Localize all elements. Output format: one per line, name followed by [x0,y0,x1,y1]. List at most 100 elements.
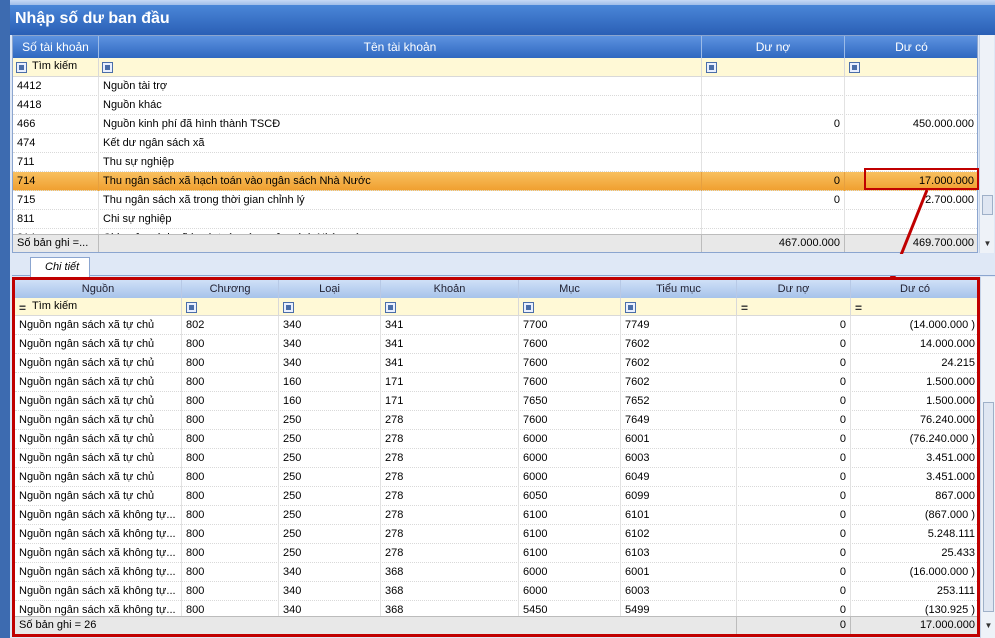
scroll-down-icon[interactable]: ▼ [980,239,995,251]
equals-filter-icon[interactable]: = [741,301,748,315]
detail-grid[interactable]: Nguồn Chương Loại Khoản Mục Tiểu mục Dư nợ Dư c… [12,277,980,637]
tab-chi-tiet[interactable]: Chi tiết [30,257,90,277]
col-header-muc[interactable]: Mục [519,280,621,298]
detail-row[interactable]: Nguồn ngân sách xã tự chủ 802 340 341 7700 77… [15,316,977,335]
cell-du-no[interactable] [702,77,845,96]
cell-du-co[interactable]: (14.000.000 ) [851,316,977,335]
filter-cell-tieu-muc[interactable] [621,298,737,316]
cell-du-co[interactable]: (867.000 ) [851,506,977,525]
col-header-khoan[interactable]: Khoản [381,280,519,298]
accounts-grid[interactable]: Số tài khoản Tên tài khoản Dư nợ Dư có T… [12,35,978,253]
filter-cell-du-co[interactable] [845,58,977,77]
account-row[interactable]: 715 Thu ngân sách xã trong thời gian chỉ… [13,191,977,210]
filter-icon[interactable] [16,62,27,73]
filter-cell-du-co[interactable]: = [851,298,977,316]
cell-du-co[interactable]: 25.433 [851,544,977,563]
col-header-du-no[interactable]: Dư nợ [737,280,851,298]
cell-du-co[interactable]: (16.000.000 ) [851,563,977,582]
detail-row[interactable]: Nguồn ngân sách xã tự chủ 800 250 278 6000 60… [15,468,977,487]
col-header-so-tai-khoan[interactable]: Số tài khoản [13,36,99,58]
filter-icon[interactable] [706,62,717,73]
filter-icon[interactable] [102,62,113,73]
account-row-selected[interactable]: 714 Thu ngân sách xã hạch toán vào ngân … [13,172,977,191]
cell-du-no[interactable]: 0 [737,563,851,582]
filter-icon[interactable] [625,302,636,313]
cell-du-no[interactable]: 0 [737,354,851,373]
account-row[interactable]: 466 Nguồn kinh phí đã hình thành TSCĐ 0 … [13,115,977,134]
cell-du-no[interactable]: 0 [737,316,851,335]
filter-icon[interactable] [849,62,860,73]
detail-row[interactable]: Nguồn ngân sách xã tự chủ 800 340 341 7600 76… [15,354,977,373]
cell-du-co[interactable]: 14.000.000 [851,335,977,354]
col-header-loai[interactable]: Loại [279,280,381,298]
cell-du-no[interactable]: 0 [737,430,851,449]
cell-du-no[interactable]: 0 [702,172,845,191]
filter-icon[interactable] [523,302,534,313]
account-row[interactable]: 474 Kết dư ngân sách xã [13,134,977,153]
accounts-grid-scrollbar[interactable]: ▼ [979,35,994,253]
cell-du-no[interactable]: 0 [737,449,851,468]
cell-du-no[interactable]: 0 [737,487,851,506]
cell-du-co[interactable] [845,134,977,153]
filter-icon[interactable] [283,302,294,313]
col-header-du-co[interactable]: Dư có [845,36,977,58]
scrollbar-thumb[interactable] [983,402,994,612]
col-header-du-co[interactable]: Dư có [851,280,977,298]
cell-du-co[interactable] [845,96,977,115]
cell-du-no[interactable] [702,210,845,229]
col-header-nguon[interactable]: Nguồn [15,280,182,298]
col-header-ten-tai-khoan[interactable]: Tên tài khoản [99,36,702,58]
cell-du-no[interactable]: 0 [737,373,851,392]
detail-row[interactable]: Nguồn ngân sách xã tự chủ 800 160 171 7600 76… [15,373,977,392]
cell-du-co[interactable]: 3.451.000 [851,449,977,468]
cell-du-no[interactable]: 0 [702,191,845,210]
cell-du-no[interactable]: 0 [737,335,851,354]
detail-row[interactable]: Nguồn ngân sách xã tự chủ 800 340 341 7600 76… [15,335,977,354]
cell-du-no[interactable] [702,96,845,115]
detail-row[interactable]: Nguồn ngân sách xã tự chủ 800 250 278 7600 76… [15,411,977,430]
filter-cell-so[interactable]: Tìm kiếm [13,58,99,77]
cell-du-no[interactable] [702,134,845,153]
cell-du-no[interactable]: 0 [737,525,851,544]
cell-du-no[interactable]: 0 [737,411,851,430]
cell-du-no[interactable]: 0 [737,544,851,563]
filter-cell-khoan[interactable] [381,298,519,316]
col-header-du-no[interactable]: Dư nợ [702,36,845,58]
detail-row[interactable]: Nguồn ngân sách xã không tự... 800 250 278 6… [15,544,977,563]
cell-du-co[interactable]: (76.240.000 ) [851,430,977,449]
cell-du-co[interactable]: 5.248.111 [851,525,977,544]
filter-cell-loai[interactable] [279,298,381,316]
scroll-down-icon[interactable]: ▼ [981,621,995,633]
detail-row[interactable]: Nguồn ngân sách xã tự chủ 800 250 278 6000 60… [15,449,977,468]
detail-grid-scrollbar[interactable]: ▼ [980,277,995,638]
cell-du-no[interactable]: 0 [737,506,851,525]
detail-row[interactable]: Nguồn ngân sách xã tự chủ 800 250 278 6050 60… [15,487,977,506]
account-row[interactable]: 811 Chi sự nghiệp [13,210,977,229]
filter-icon[interactable] [186,302,197,313]
scrollbar-thumb[interactable] [982,195,993,215]
account-row[interactable]: 4412 Nguồn tài trợ [13,77,977,96]
cell-du-no[interactable]: 0 [702,115,845,134]
filter-icon[interactable] [385,302,396,313]
cell-du-co[interactable]: 867.000 [851,487,977,506]
cell-du-co[interactable] [845,77,977,96]
cell-du-no[interactable]: 0 [737,392,851,411]
cell-du-no[interactable] [702,153,845,172]
equals-filter-icon[interactable]: = [855,301,862,315]
cell-du-co[interactable]: 1.500.000 [851,373,977,392]
filter-cell-nguon[interactable]: = Tìm kiếm [15,298,182,316]
cell-du-co[interactable]: 1.500.000 [851,392,977,411]
cell-du-co[interactable]: 253.111 [851,582,977,601]
filter-cell-du-no[interactable]: = [737,298,851,316]
col-header-chuong[interactable]: Chương [182,280,279,298]
equals-filter-icon[interactable]: = [19,301,26,315]
account-row[interactable]: 4418 Nguồn khác [13,96,977,115]
detail-row[interactable]: Nguồn ngân sách xã không tự... 800 250 278 6… [15,525,977,544]
filter-cell-ten[interactable] [99,58,702,77]
filter-cell-chuong[interactable] [182,298,279,316]
detail-row[interactable]: Nguồn ngân sách xã tự chủ 800 250 278 6000 60… [15,430,977,449]
filter-cell-du-no[interactable] [702,58,845,77]
detail-row[interactable]: Nguồn ngân sách xã không tự... 800 340 368 6… [15,563,977,582]
detail-row[interactable]: Nguồn ngân sách xã không tự... 800 340 368 6… [15,582,977,601]
account-row[interactable]: 711 Thu sự nghiệp [13,153,977,172]
